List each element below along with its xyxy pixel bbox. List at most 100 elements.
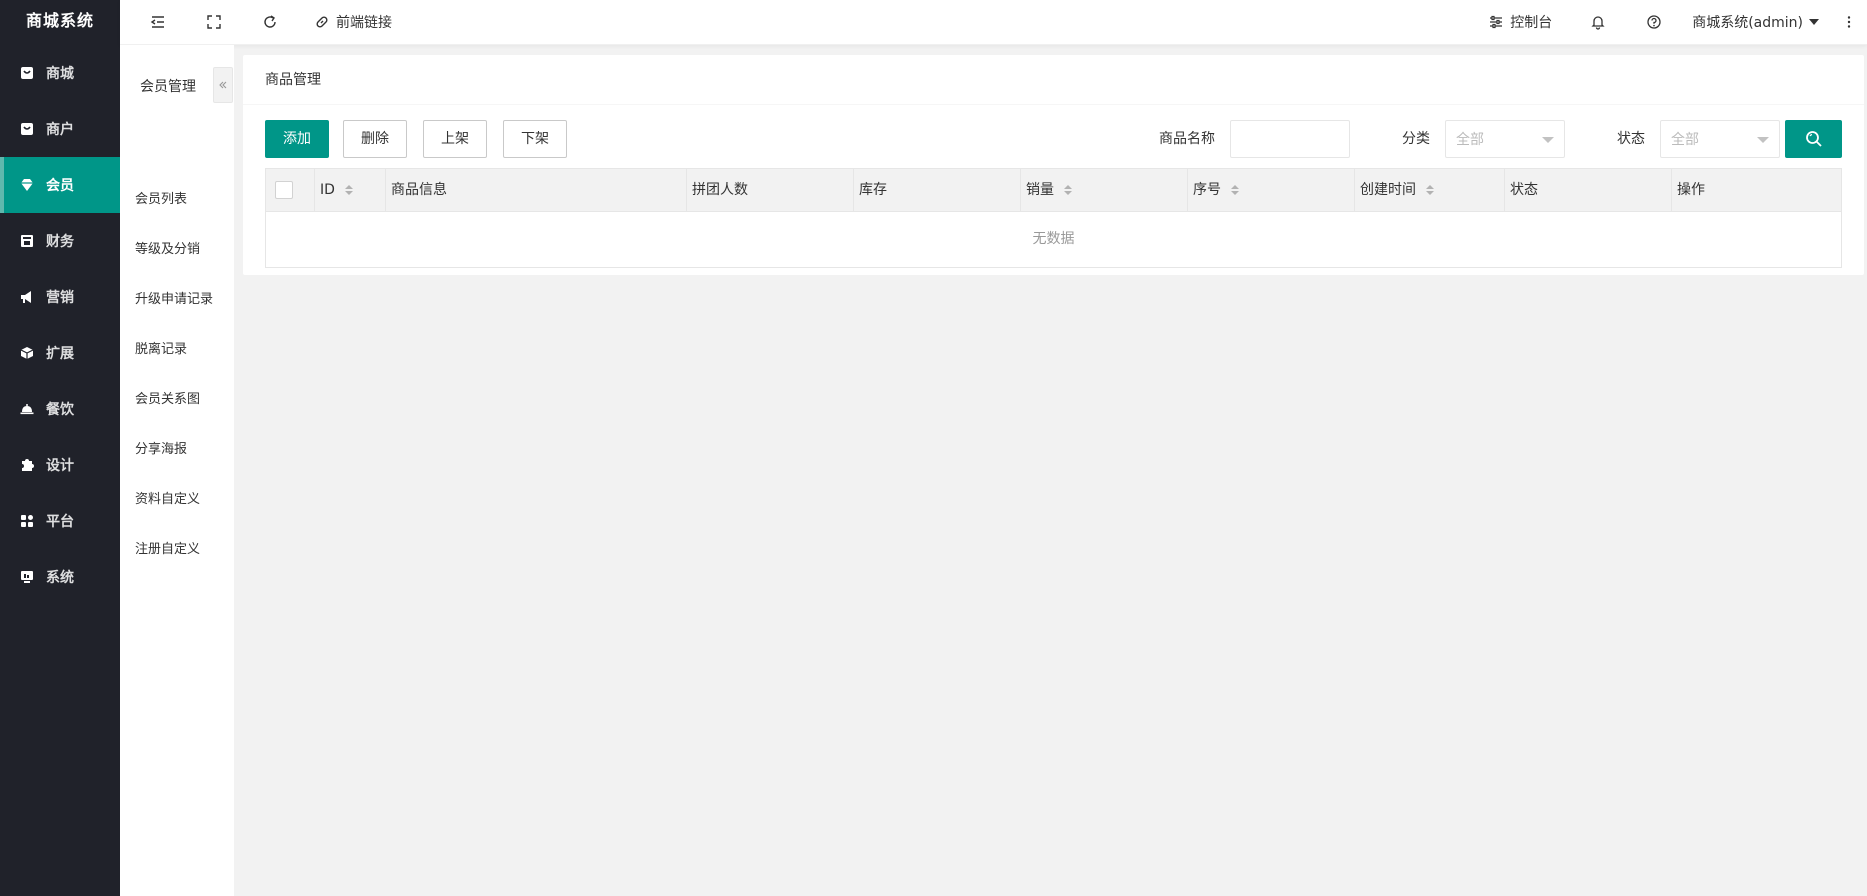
col-header-label: 状态 xyxy=(1510,182,1538,198)
submenu-item-levels[interactable]: 等级及分销 xyxy=(120,225,234,275)
question-circle-icon xyxy=(1647,15,1661,29)
puzzle-icon xyxy=(22,459,34,471)
select-all-cell xyxy=(266,169,315,211)
more-button[interactable] xyxy=(1831,0,1867,45)
submenu-item-relation-graph[interactable]: 会员关系图 xyxy=(120,375,234,425)
submenu-item-profile-custom[interactable]: 资料自定义 xyxy=(120,475,234,525)
nav-item-finance[interactable]: 财务 xyxy=(0,213,120,269)
search-button[interactable] xyxy=(1785,120,1842,158)
col-header-order[interactable]: 序号 xyxy=(1188,169,1355,211)
nav-item-catering[interactable]: 餐饮 xyxy=(0,381,120,437)
nav-item-mall[interactable]: 商城 xyxy=(0,45,120,101)
submenu-item-member-list[interactable]: 会员列表 xyxy=(120,175,234,225)
header-right: 控制台 商城系统(admin) xyxy=(1470,0,1867,45)
nav-item-label: 扩展 xyxy=(46,346,74,362)
delete-button[interactable]: 删除 xyxy=(343,120,407,158)
nav-item-marketing[interactable]: 营销 xyxy=(0,269,120,325)
col-header-stock: 库存 xyxy=(854,169,1021,211)
nav-item-label: 财务 xyxy=(46,234,74,250)
app-title: 商城系统 xyxy=(25,11,94,30)
status-select[interactable]: 全部 xyxy=(1660,120,1780,158)
search-icon xyxy=(1805,131,1822,147)
link-icon xyxy=(316,16,328,28)
refresh-icon xyxy=(264,15,276,28)
nav-item-platform[interactable]: 平台 xyxy=(0,493,120,549)
nav-item-system[interactable]: 系统 xyxy=(0,549,120,605)
col-header-product-info: 商品信息 xyxy=(386,169,687,211)
cloche-icon xyxy=(20,404,34,415)
submenu-list: 会员列表 等级及分销 升级申请记录 脱离记录 会员关系图 分享海报 资料自定义 … xyxy=(120,175,234,575)
nav-item-extension[interactable]: 扩展 xyxy=(0,325,120,381)
sliders-icon xyxy=(1490,15,1503,29)
wallet-icon xyxy=(21,235,33,247)
product-table: ID 商品信息 拼团人数 库存 销量 序号 创建时间 状态 操作 无数据 xyxy=(265,168,1842,268)
frontend-link-button[interactable]: 前端链接 xyxy=(302,0,404,45)
nav-item-label: 平台 xyxy=(46,514,74,530)
help-button[interactable] xyxy=(1626,0,1682,45)
col-header-label: 序号 xyxy=(1193,182,1221,198)
refresh-button[interactable] xyxy=(242,0,298,45)
double-chevron-left-icon xyxy=(219,81,227,89)
col-header-actions: 操作 xyxy=(1672,169,1841,211)
category-label: 分类 xyxy=(1402,131,1430,147)
user-menu[interactable]: 商城系统(admin) xyxy=(1682,0,1831,45)
submenu-item-detach-records[interactable]: 脱离记录 xyxy=(120,325,234,375)
console-label: 控制台 xyxy=(1510,15,1553,31)
more-vertical-icon xyxy=(1847,16,1851,28)
megaphone-icon xyxy=(21,291,31,303)
nav-item-merchant[interactable]: 商户 xyxy=(0,101,120,157)
sort-icon[interactable] xyxy=(1064,185,1072,195)
table-empty-text: 无数据 xyxy=(1032,231,1075,247)
nav-item-label: 营销 xyxy=(46,290,74,306)
chevron-down-icon xyxy=(1542,137,1554,143)
nav-item-label: 餐饮 xyxy=(46,402,74,418)
col-header-created-time[interactable]: 创建时间 xyxy=(1355,169,1505,211)
top-header: 前端链接 控制台 商城系统(admin) xyxy=(120,0,1867,45)
nav-item-design[interactable]: 设计 xyxy=(0,437,120,493)
sort-icon[interactable] xyxy=(344,185,353,195)
toggle-sidebar-button[interactable] xyxy=(130,0,186,45)
chevron-down-icon xyxy=(1757,137,1769,143)
nav-item-label: 系统 xyxy=(46,570,74,586)
main-nav: 商城 商户 会员 财务 营销 扩展 餐饮 设计 平台 系统 xyxy=(0,45,120,605)
frontend-link-label: 前端链接 xyxy=(336,15,392,31)
on-shelf-button[interactable]: 上架 xyxy=(423,120,487,158)
col-header-label: 库存 xyxy=(859,182,887,198)
add-button[interactable]: 添加 xyxy=(265,120,329,158)
secondary-menu: 会员管理 会员列表 等级及分销 升级申请记录 脱离记录 会员关系图 分享海报 资… xyxy=(120,45,234,896)
col-header-id[interactable]: ID xyxy=(315,169,386,211)
console-button[interactable]: 控制台 xyxy=(1470,0,1570,45)
submenu-item-register-custom[interactable]: 注册自定义 xyxy=(120,525,234,575)
user-name: 商城系统(admin) xyxy=(1692,15,1803,31)
select-all-checkbox[interactable] xyxy=(275,181,293,199)
nav-item-label: 会员 xyxy=(46,178,74,194)
sort-icon[interactable] xyxy=(1231,185,1239,195)
status-select-value: 全部 xyxy=(1671,132,1699,148)
submenu-title: 会员管理 xyxy=(140,79,196,95)
col-header-label: 操作 xyxy=(1677,182,1705,198)
card-title: 商品管理 xyxy=(243,55,1864,105)
col-header-label: ID xyxy=(320,182,335,198)
submenu-item-upgrade-records[interactable]: 升级申请记录 xyxy=(120,275,234,325)
main-sidebar: 商城系统 商城 商户 会员 财务 营销 扩展 餐饮 设计 平台 系统 xyxy=(0,0,120,896)
submenu-item-share-poster[interactable]: 分享海报 xyxy=(120,425,234,475)
diamond-icon xyxy=(21,179,33,191)
nav-item-label: 设计 xyxy=(46,458,74,474)
off-shelf-button[interactable]: 下架 xyxy=(503,120,567,158)
nav-item-member[interactable]: 会员 xyxy=(0,157,120,213)
collapse-submenu-button[interactable] xyxy=(213,67,233,103)
bell-icon xyxy=(1591,16,1605,30)
col-header-sales[interactable]: 销量 xyxy=(1021,169,1188,211)
fullscreen-icon xyxy=(207,15,221,29)
nav-item-label: 商户 xyxy=(46,122,74,138)
col-header-label: 拼团人数 xyxy=(692,182,748,198)
nav-item-label: 商城 xyxy=(46,66,74,82)
product-name-input[interactable] xyxy=(1230,120,1350,158)
sort-icon[interactable] xyxy=(1426,185,1434,195)
menu-fold-icon xyxy=(150,16,164,28)
category-select[interactable]: 全部 xyxy=(1445,120,1565,158)
notifications-button[interactable] xyxy=(1570,0,1626,45)
fullscreen-button[interactable] xyxy=(186,0,242,45)
col-header-label: 商品信息 xyxy=(391,182,447,198)
grid-icon xyxy=(21,515,33,527)
